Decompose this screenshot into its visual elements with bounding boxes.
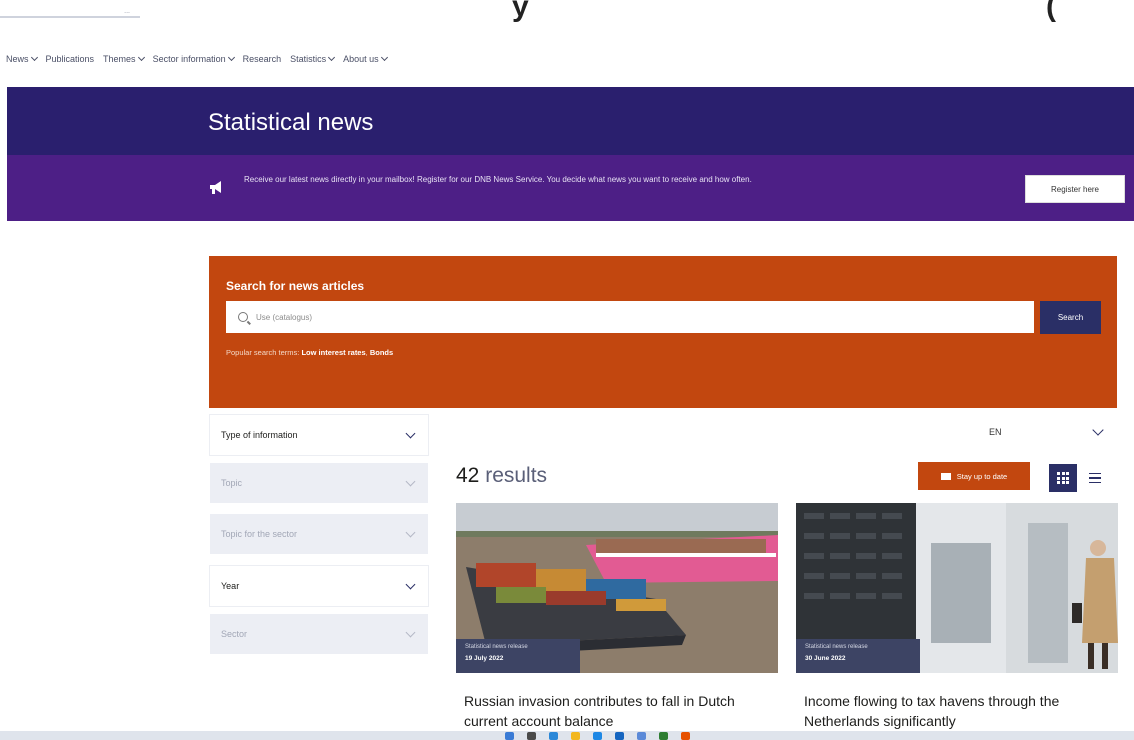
news-card-date: 30 June 2022 — [805, 655, 846, 662]
nav-item-sector-information[interactable]: Sector information — [152, 53, 235, 64]
chevron-down-icon — [405, 476, 416, 486]
language-select[interactable]: EN — [976, 415, 1118, 449]
chevron-down-icon — [137, 53, 145, 62]
news-search-panel: Search for news articles Use (catalogus)… — [209, 256, 1117, 408]
popular-term-link[interactable]: Bonds — [370, 348, 393, 357]
filter-sector[interactable]: Sector — [210, 614, 428, 654]
taskbar-app-icon[interactable] — [505, 732, 514, 740]
news-card-category: Statistical news release — [465, 644, 528, 650]
announcement-text: Receive our latest news directly in your… — [244, 175, 752, 184]
filter-topic[interactable]: Topic — [210, 463, 428, 503]
nav-item-label: Statistics — [290, 54, 327, 64]
newsletter-announcement: Receive our latest news directly in your… — [7, 155, 1134, 221]
megaphone-icon — [210, 181, 221, 194]
nav-item-label: Themes — [103, 54, 136, 64]
filter-label: Sector — [221, 629, 248, 639]
taskbar-app-icon[interactable] — [659, 732, 668, 740]
chevron-down-icon — [405, 627, 416, 637]
nav-item-label: About us — [343, 54, 379, 64]
news-card-tag: Statistical news release 30 June 2022 — [796, 639, 920, 673]
news-card-category: Statistical news release — [805, 644, 868, 650]
filter-year[interactable]: Year — [210, 566, 428, 606]
chevron-down-icon — [405, 428, 416, 438]
popular-terms-prefix: Popular search terms: — [226, 348, 300, 357]
chevron-down-icon — [1092, 424, 1104, 436]
mail-icon — [940, 472, 951, 480]
nav-item-statistics[interactable]: Statistics — [290, 53, 336, 64]
popular-search-terms: Popular search terms: Low interest rates… — [226, 348, 394, 357]
search-icon — [238, 312, 248, 322]
page-title: Statistical news — [208, 109, 374, 136]
search-button[interactable]: Search — [1040, 301, 1101, 334]
news-card-date: 19 July 2022 — [465, 655, 504, 662]
filter-type-of-information[interactable]: Type of information — [210, 415, 428, 455]
list-icon — [1089, 472, 1111, 484]
filter-label: Year — [221, 581, 240, 591]
taskbar-app-icon[interactable] — [681, 732, 690, 740]
filter-label: Type of information — [221, 430, 298, 440]
chevron-down-icon — [328, 53, 336, 62]
popular-term-link[interactable]: Low interest rates — [301, 348, 365, 357]
results-number: 42 — [456, 464, 480, 487]
news-card[interactable]: Statistical news release 30 June 2022 In… — [796, 503, 1118, 740]
nav-item-label: Research — [242, 54, 282, 64]
taskbar-app-icon[interactable] — [637, 732, 646, 740]
filter-topic-for-the-sector[interactable]: Topic for the sector — [210, 514, 428, 554]
nav-item-publications[interactable]: Publications — [46, 54, 95, 64]
nav-item-news[interactable]: News — [6, 53, 38, 64]
chevron-down-icon — [405, 579, 416, 589]
taskbar-app-icon[interactable] — [571, 732, 580, 740]
site-header: ... y ( — [0, 0, 1134, 40]
filter-label: Topic — [221, 478, 243, 488]
news-card-title: Income flowing to tax havens through the… — [804, 693, 1060, 729]
cropped-heading: y — [512, 0, 531, 23]
taskbar-icons — [505, 732, 690, 740]
nav-item-about-us[interactable]: About us — [343, 53, 388, 64]
filter-label: Topic for the sector — [221, 529, 298, 539]
taskbar-app-icon[interactable] — [615, 732, 624, 740]
chevron-down-icon — [405, 527, 416, 537]
grid-icon — [1057, 472, 1069, 484]
taskbar-app-icon[interactable] — [527, 732, 536, 740]
list-view-button[interactable] — [1089, 464, 1111, 492]
cropped-heading-right: ( — [1046, 0, 1056, 23]
main-navigation: News Publications Themes Sector informat… — [6, 52, 388, 66]
search-heading: Search for news articles — [226, 279, 365, 293]
chevron-down-icon — [227, 53, 235, 62]
stay-up-to-date-label: Stay up to date — [956, 471, 1008, 481]
results-count: 42 results — [456, 464, 547, 488]
register-button[interactable]: Register here — [1025, 175, 1125, 203]
results-word: results — [485, 464, 548, 487]
stay-up-to-date-button[interactable]: Stay up to date — [918, 462, 1030, 490]
news-card[interactable]: Statistical news release 19 July 2022 Ru… — [456, 503, 778, 740]
select-value: EN — [989, 427, 1002, 437]
hero-banner: Statistical news — [7, 87, 1134, 155]
nav-item-research[interactable]: Research — [243, 54, 282, 64]
chevron-down-icon — [30, 53, 38, 62]
chevron-down-icon — [380, 53, 388, 62]
news-card-title: Russian invasion contributes to fall in … — [464, 693, 735, 729]
nav-item-label: Sector information — [152, 54, 226, 64]
site-logo[interactable]: ... — [0, 8, 140, 18]
nav-item-label: News — [6, 54, 29, 64]
taskbar-app-icon[interactable] — [549, 732, 558, 740]
search-input[interactable]: Use (catalogus) — [226, 301, 1034, 333]
news-card-tag: Statistical news release 19 July 2022 — [456, 639, 580, 673]
taskbar-app-icon[interactable] — [593, 732, 602, 740]
logo-text: ... — [124, 8, 130, 15]
grid-view-button[interactable] — [1049, 464, 1077, 492]
nav-item-label: Publications — [45, 54, 95, 64]
os-taskbar — [0, 731, 1134, 740]
nav-item-themes[interactable]: Themes — [103, 53, 145, 64]
search-placeholder: Use (catalogus) — [256, 312, 313, 322]
